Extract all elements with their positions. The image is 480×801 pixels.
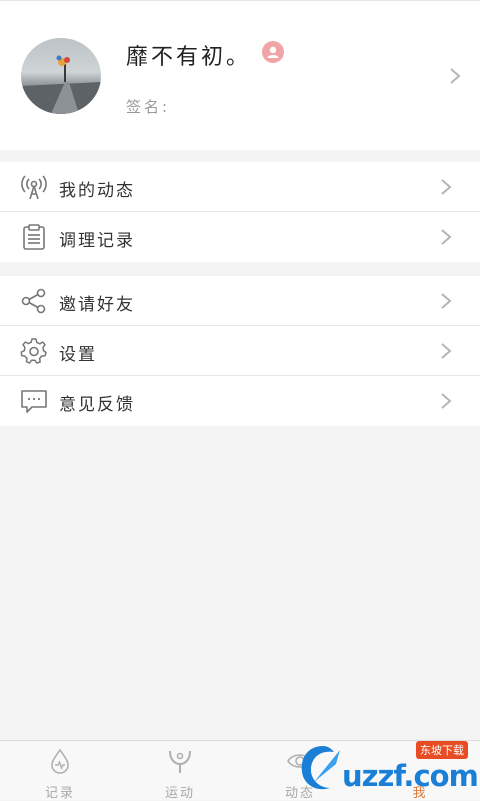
clipboard-icon xyxy=(23,224,45,250)
signature-label: 签名: xyxy=(126,98,171,116)
menu-item-label: 邀请好友 xyxy=(59,295,135,315)
chevron-right-icon xyxy=(441,393,452,409)
menu-item-invite-friends[interactable]: 邀请好友 xyxy=(0,276,480,326)
tab-records[interactable]: 记录 xyxy=(0,741,120,801)
avatar[interactable] xyxy=(21,38,101,114)
exercise-icon xyxy=(169,750,191,773)
menu-group-general: 邀请好友 设置 意见反馈 xyxy=(0,276,480,426)
chevron-right-icon xyxy=(441,293,452,309)
menu-item-feedback[interactable]: 意见反馈 xyxy=(0,376,480,426)
menu-item-settings[interactable]: 设置 xyxy=(0,326,480,376)
menu-item-care-records[interactable]: 调理记录 xyxy=(0,212,480,262)
gear-icon xyxy=(20,338,47,364)
chevron-right-icon xyxy=(441,179,452,195)
tab-label: 记录 xyxy=(44,786,75,801)
watermark-text: uzzf.com xyxy=(342,759,479,793)
menu-item-label: 调理记录 xyxy=(59,231,135,251)
user-badge-icon xyxy=(262,41,284,63)
chevron-right-icon xyxy=(441,343,452,359)
watermark-tag: 东坡下载 xyxy=(416,741,468,759)
watermark-swoosh-icon xyxy=(301,746,340,790)
chevron-right-icon xyxy=(441,229,452,245)
menu-item-label: 设置 xyxy=(59,345,97,365)
share-icon xyxy=(21,288,46,314)
menu-item-label: 意见反馈 xyxy=(59,395,135,415)
tab-label: 运动 xyxy=(164,786,195,801)
menu-group-activity: 我的动态 调理记录 xyxy=(0,162,480,262)
tab-exercise[interactable]: 运动 xyxy=(120,741,240,801)
nickname: 靡不有初。 xyxy=(126,45,252,70)
drop-icon xyxy=(51,748,69,774)
watermark-logo: uzzf.com 东坡下载 xyxy=(290,736,480,800)
profile-header[interactable]: 靡不有初。 签名: xyxy=(0,0,480,150)
broadcast-icon xyxy=(21,175,47,200)
feedback-icon xyxy=(21,390,47,413)
menu-item-my-activity[interactable]: 我的动态 xyxy=(0,162,480,212)
chevron-right-icon xyxy=(450,68,461,84)
menu-item-label: 我的动态 xyxy=(59,181,135,201)
